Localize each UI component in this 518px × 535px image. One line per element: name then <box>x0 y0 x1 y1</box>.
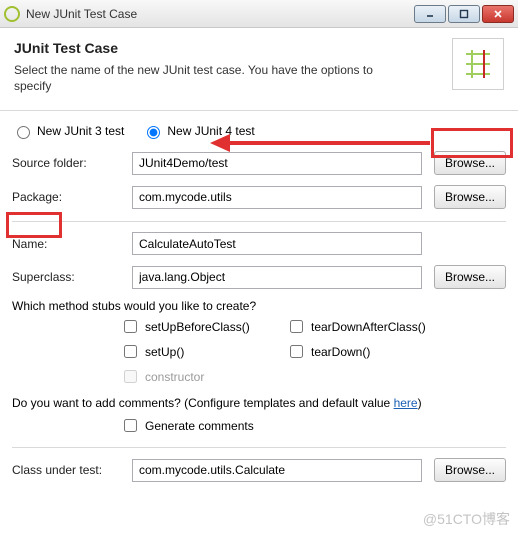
teardownafterclass-checkbox[interactable]: tearDownAfterClass() <box>286 317 446 336</box>
comments-question: Do you want to add comments? (Configure … <box>12 396 506 410</box>
junit4-radio[interactable]: New JUnit 4 test <box>142 123 254 139</box>
window-title: New JUnit Test Case <box>26 7 412 21</box>
source-folder-label: Source folder: <box>12 156 132 170</box>
divider <box>12 447 506 448</box>
source-folder-browse-button[interactable]: Browse... <box>434 151 506 175</box>
superclass-browse-button[interactable]: Browse... <box>434 265 506 289</box>
source-folder-input[interactable] <box>132 152 422 175</box>
class-under-test-input[interactable] <box>132 459 422 482</box>
package-browse-button[interactable]: Browse... <box>434 185 506 209</box>
name-label: Name: <box>12 237 132 251</box>
teardown-checkbox[interactable]: tearDown() <box>286 342 446 361</box>
minimize-button[interactable] <box>414 5 446 23</box>
constructor-checkbox: constructor <box>120 367 270 386</box>
configure-templates-link[interactable]: here <box>394 396 418 410</box>
stubs-question: Which method stubs would you like to cre… <box>12 299 506 313</box>
window-titlebar: New JUnit Test Case <box>0 0 518 28</box>
setup-checkbox[interactable]: setUp() <box>120 342 270 361</box>
page-description: Select the name of the new JUnit test ca… <box>14 62 394 94</box>
dialog-header: JUnit Test Case Select the name of the n… <box>0 28 518 111</box>
watermark: @51CTO博客 <box>423 509 510 529</box>
junit3-radio[interactable]: New JUnit 3 test <box>12 123 124 139</box>
maximize-button[interactable] <box>448 5 480 23</box>
superclass-input[interactable] <box>132 266 422 289</box>
setupbeforeclass-checkbox[interactable]: setUpBeforeClass() <box>120 317 270 336</box>
generate-comments-checkbox[interactable]: Generate comments <box>120 416 506 435</box>
superclass-label: Superclass: <box>12 270 132 284</box>
divider <box>12 221 506 222</box>
app-icon <box>4 6 20 22</box>
name-input[interactable] <box>132 232 422 255</box>
class-under-test-browse-button[interactable]: Browse... <box>434 458 506 482</box>
junit-icon <box>452 38 504 90</box>
package-input[interactable] <box>132 186 422 209</box>
class-under-test-label: Class under test: <box>12 463 132 477</box>
page-title: JUnit Test Case <box>14 40 442 56</box>
close-button[interactable] <box>482 5 514 23</box>
package-label: Package: <box>12 190 132 204</box>
